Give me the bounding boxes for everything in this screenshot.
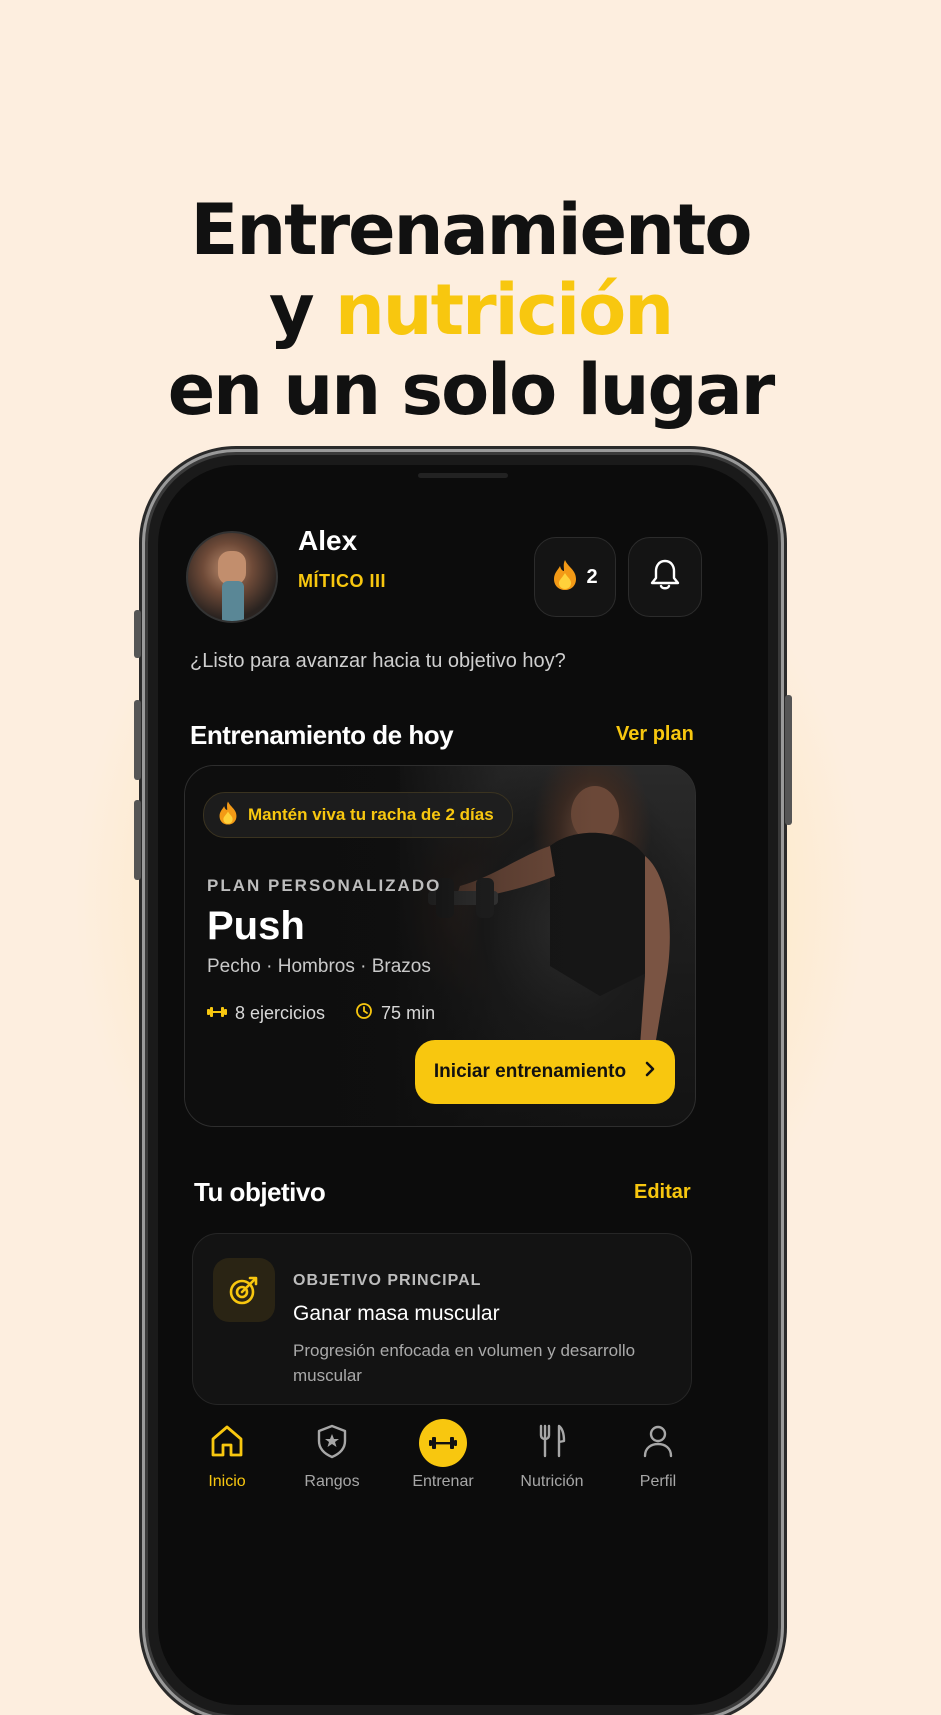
streak-pill: Mantén viva tu racha de 2 días [203, 792, 513, 838]
avatar[interactable] [186, 531, 278, 623]
streak-count: 2 [586, 565, 598, 588]
power-button [785, 695, 792, 825]
greeting-text: ¿Listo para avanzar hacia tu objetivo ho… [190, 650, 566, 672]
goal-name: Ganar masa muscular [293, 1302, 500, 1325]
tab-rangos[interactable]: Rangos [277, 1415, 387, 1491]
goal-card[interactable]: OBJETIVO PRINCIPAL Ganar masa muscular P… [192, 1233, 692, 1405]
headline: Entrenamiento y nutrición en un solo lug… [0, 190, 941, 430]
shield-star-icon [316, 1423, 348, 1464]
start-workout-button[interactable]: Iniciar entrenamiento [415, 1040, 675, 1104]
volume-down-button [134, 800, 141, 880]
workout-muscles: Pecho · Hombros · Brazos [207, 956, 431, 977]
streak-message: Mantén viva tu racha de 2 días [248, 805, 494, 824]
fork-knife-icon [537, 1423, 567, 1464]
app-screen: Alex MÍTICO III 2 ¿Listo para avanzar ha… [158, 465, 768, 1705]
tab-label: Rangos [304, 1473, 360, 1490]
workout-name: Push [207, 904, 305, 948]
fire-icon [218, 800, 238, 831]
tab-entrenar[interactable]: Entrenar [388, 1415, 498, 1491]
user-rank: MÍTICO III [298, 571, 386, 591]
exercise-count: 8 ejercicios [235, 1003, 326, 1023]
headline-prefix: y [268, 269, 335, 351]
goal-label: OBJETIVO PRINCIPAL [293, 1272, 482, 1289]
start-workout-label: Iniciar entrenamiento [433, 1061, 627, 1082]
target-icon [213, 1258, 275, 1322]
bell-icon [649, 558, 681, 597]
headline-line-3: en un solo lugar [167, 349, 776, 431]
tab-label: Entrenar [412, 1473, 474, 1490]
headline-line-1: Entrenamiento [190, 189, 753, 271]
user-name: Alex [298, 525, 358, 556]
fire-icon [552, 559, 578, 596]
headline-accent: nutrición [334, 269, 674, 351]
workout-card[interactable]: Mantén viva tu racha de 2 días PLAN PERS… [184, 765, 696, 1127]
tab-label: Inicio [208, 1473, 246, 1490]
home-icon [209, 1424, 245, 1463]
tab-nutricion[interactable]: Nutrición [497, 1415, 607, 1491]
user-icon [642, 1423, 674, 1464]
dumbbell-icon [419, 1419, 467, 1467]
edit-goal-link[interactable]: Editar [634, 1181, 691, 1204]
tab-perfil[interactable]: Perfil [603, 1415, 713, 1491]
workout-duration: 75 min [381, 1003, 436, 1023]
phone-frame: Alex MÍTICO III 2 ¿Listo para avanzar ha… [134, 455, 792, 1715]
dumbbell-icon [207, 1003, 227, 1024]
chevron-right-icon [644, 1060, 656, 1084]
headline-line-2: y nutrición [0, 270, 941, 350]
tab-bar: Inicio Rangos Entrenar Nutrición Perfil [158, 1415, 768, 1555]
section-title-today: Entrenamiento de hoy [190, 720, 454, 750]
mute-switch [134, 610, 141, 658]
streak-button[interactable]: 2 [534, 537, 616, 617]
section-title-goal: Tu objetivo [194, 1177, 326, 1207]
tab-label: Perfil [639, 1473, 677, 1490]
speaker-notch [418, 473, 508, 478]
plan-label: PLAN PERSONALIZADO [207, 876, 442, 895]
clock-icon [355, 1002, 373, 1025]
goal-description: Progresión enfocada en volumen y desarro… [293, 1341, 636, 1385]
notifications-button[interactable] [628, 537, 702, 617]
workout-meta: 8 ejercicios 75 min [207, 1002, 435, 1025]
view-plan-link[interactable]: Ver plan [616, 723, 694, 746]
tab-inicio[interactable]: Inicio [172, 1415, 282, 1491]
volume-up-button [134, 700, 141, 780]
tab-label: Nutrición [520, 1473, 584, 1490]
